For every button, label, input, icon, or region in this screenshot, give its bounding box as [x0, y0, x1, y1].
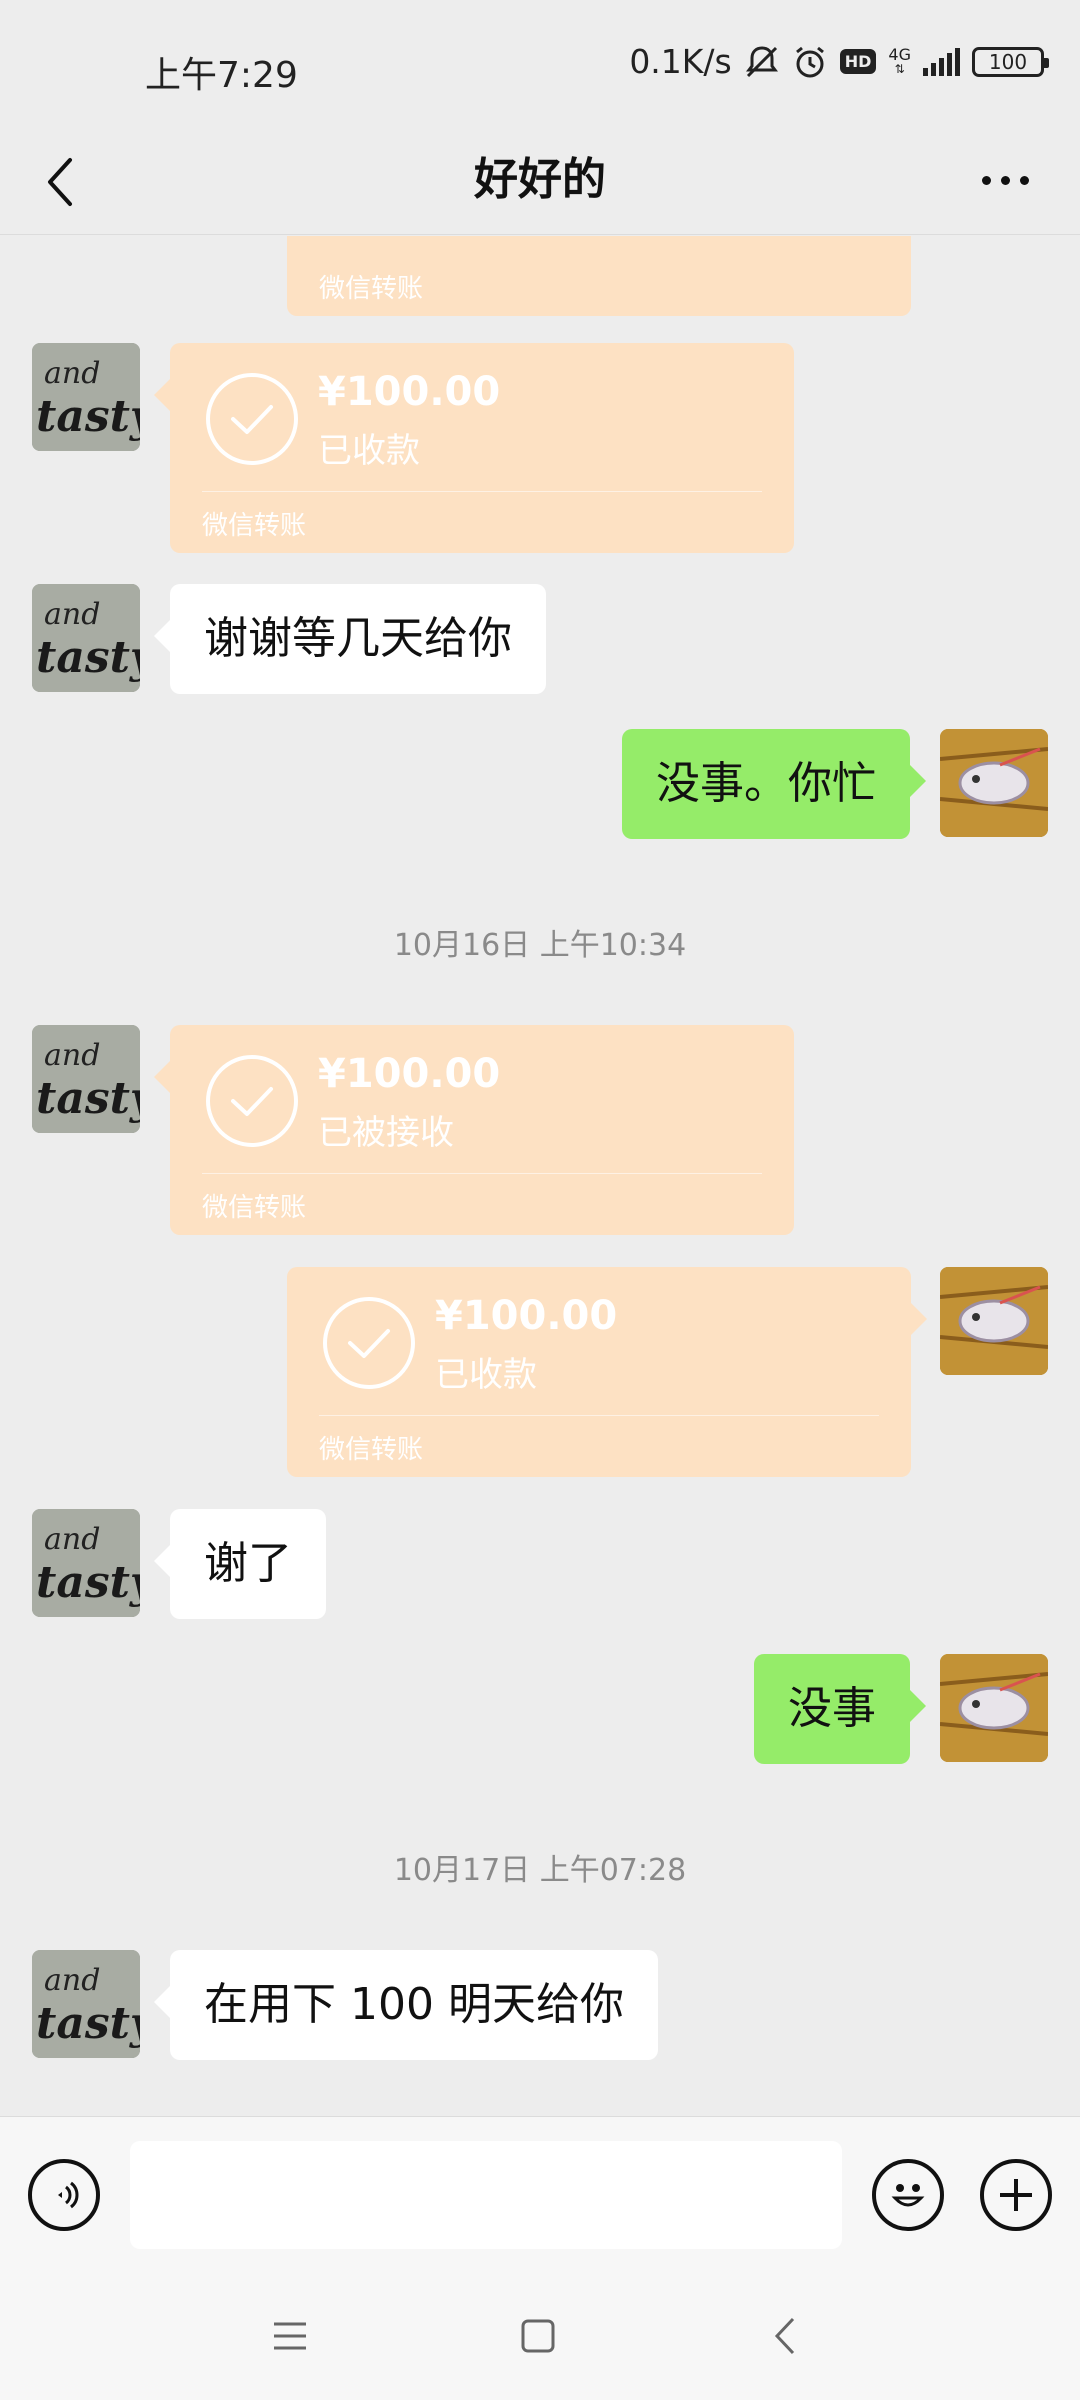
transfer-card[interactable]: ¥100.00 已收款 微信转账: [287, 1267, 927, 1477]
hd-icon: HD: [839, 49, 877, 74]
status-indicators: 0.1K/s HD 4G ⇅ 100: [629, 42, 1049, 81]
svg-text:tasty: tasty: [36, 1557, 140, 1608]
message-row: andtasty 谢了: [0, 1509, 1080, 1619]
more-dots-icon: [981, 175, 991, 185]
network-label: 4G: [888, 44, 911, 64]
transfer-label: 微信转账: [202, 511, 307, 541]
message-bubble[interactable]: 在用下 100 明天给你: [154, 1950, 658, 2060]
friend-avatar[interactable]: andtasty: [32, 343, 140, 451]
message-row: andtasty 谢谢等几天给你: [0, 584, 1080, 694]
avatar-image: andtasty: [32, 1025, 140, 1133]
alarm-icon: [792, 44, 828, 80]
back-button[interactable]: [30, 142, 90, 222]
my-avatar[interactable]: [940, 1267, 1048, 1375]
avatar-image: [940, 1654, 1048, 1762]
voice-icon: [58, 2181, 79, 2209]
transfer-amount: ¥100.00: [318, 1051, 501, 1097]
transfer-label: 微信转账: [319, 274, 424, 304]
message-row: andtasty ¥100.00 已收款 微信转账: [0, 343, 1080, 553]
message-row: 没事: [0, 1654, 1080, 1764]
battery-icon: 100: [972, 46, 1049, 77]
chat-header: 好好的: [0, 130, 1080, 235]
transfer-label: 微信转账: [319, 1435, 424, 1465]
my-avatar[interactable]: [940, 1654, 1048, 1762]
message-row: 没事。你忙: [0, 729, 1080, 839]
network-type: 4G ⇅: [888, 44, 911, 76]
svg-text:and: and: [44, 597, 100, 632]
check-circle-icon: [206, 373, 298, 465]
more-options-button[interactable]: [970, 150, 1040, 210]
battery-level: 100: [988, 49, 1028, 74]
friend-avatar[interactable]: andtasty: [32, 1509, 140, 1617]
net-speed: 0.1K/s: [629, 42, 732, 81]
transfer-status: 已收款: [318, 431, 420, 471]
emoji-icon: [891, 2184, 925, 2207]
divider: [202, 491, 762, 492]
transfer-label: 微信转账: [202, 1193, 307, 1223]
transfer-status: 已收款: [435, 1355, 537, 1395]
svg-text:tasty: tasty: [36, 1998, 140, 2049]
svg-text:and: and: [44, 356, 100, 391]
menu-icon: [274, 2322, 306, 2350]
chevron-left-icon: [48, 158, 72, 206]
avatar-image: [940, 1267, 1048, 1375]
check-circle-icon: [206, 1055, 298, 1147]
mute-bell-icon: [744, 44, 780, 80]
home-icon: [521, 2319, 555, 2353]
svg-text:tasty: tasty: [36, 632, 140, 683]
status-bar: 上午7:29 0.1K/s HD 4G ⇅ 100: [0, 0, 1080, 130]
message-row: ¥100.00 已收款 微信转账: [0, 1267, 1080, 1477]
recent-apps-button[interactable]: [260, 2306, 320, 2366]
friend-avatar[interactable]: andtasty: [32, 1025, 140, 1133]
signal-icon: [923, 47, 960, 76]
back-icon: [774, 2317, 795, 2355]
transfer-amount: ¥100.00: [318, 369, 501, 415]
transfer-card[interactable]: ¥100.00 已被接收 微信转账: [154, 1025, 794, 1235]
transfer-amount: ¥100.00: [435, 1293, 618, 1339]
check-circle-icon: [323, 1297, 415, 1389]
svg-text:and: and: [44, 1963, 100, 1998]
more-functions-button[interactable]: [980, 2159, 1052, 2231]
my-avatar[interactable]: [940, 729, 1048, 837]
avatar-image: andtasty: [32, 1509, 140, 1617]
svg-text:tasty: tasty: [36, 391, 140, 442]
svg-text:tasty: tasty: [36, 1073, 140, 1124]
transfer-status: 已被接收: [318, 1113, 454, 1153]
status-time: 上午7:29: [145, 55, 298, 96]
divider: [202, 1173, 762, 1174]
avatar-image: andtasty: [32, 584, 140, 692]
message-bubble[interactable]: 谢了: [154, 1509, 326, 1619]
voice-button[interactable]: [28, 2159, 100, 2231]
message-bubble[interactable]: 谢谢等几天给你: [154, 584, 546, 694]
transfer-card-partial[interactable]: 微信转账: [287, 236, 911, 316]
transfer-card[interactable]: ¥100.00 已收款 微信转账: [154, 343, 794, 553]
chat-title: 好好的: [474, 154, 606, 205]
svg-text:and: and: [44, 1038, 100, 1073]
avatar-image: andtasty: [32, 343, 140, 451]
system-back-button[interactable]: [756, 2306, 816, 2366]
chat-messages[interactable]: 微信转账 andtasty ¥100.00 已收款 微信转账 andtasty …: [0, 236, 1080, 2116]
friend-avatar[interactable]: andtasty: [32, 1950, 140, 2058]
message-input[interactable]: [130, 2141, 842, 2249]
message-bubble[interactable]: 没事。你忙: [622, 729, 926, 839]
avatar-image: [940, 729, 1048, 837]
plus-icon: [1000, 2179, 1032, 2211]
system-navigation: [0, 2272, 1080, 2400]
avatar-image: andtasty: [32, 1950, 140, 2058]
home-button[interactable]: [508, 2306, 568, 2366]
svg-text:and: and: [44, 1522, 100, 1557]
friend-avatar[interactable]: andtasty: [32, 584, 140, 692]
message-bubble[interactable]: 没事: [754, 1654, 926, 1764]
message-row: andtasty 在用下 100 明天给你: [0, 1950, 1080, 2060]
timestamp: 10月17日 上午07:28: [393, 1853, 687, 1888]
timestamp: 10月16日 上午10:34: [393, 928, 687, 963]
emoji-button[interactable]: [872, 2159, 944, 2231]
divider: [319, 1415, 879, 1416]
message-row: andtasty ¥100.00 已被接收 微信转账: [0, 1025, 1080, 1235]
input-bar: [0, 2116, 1080, 2273]
